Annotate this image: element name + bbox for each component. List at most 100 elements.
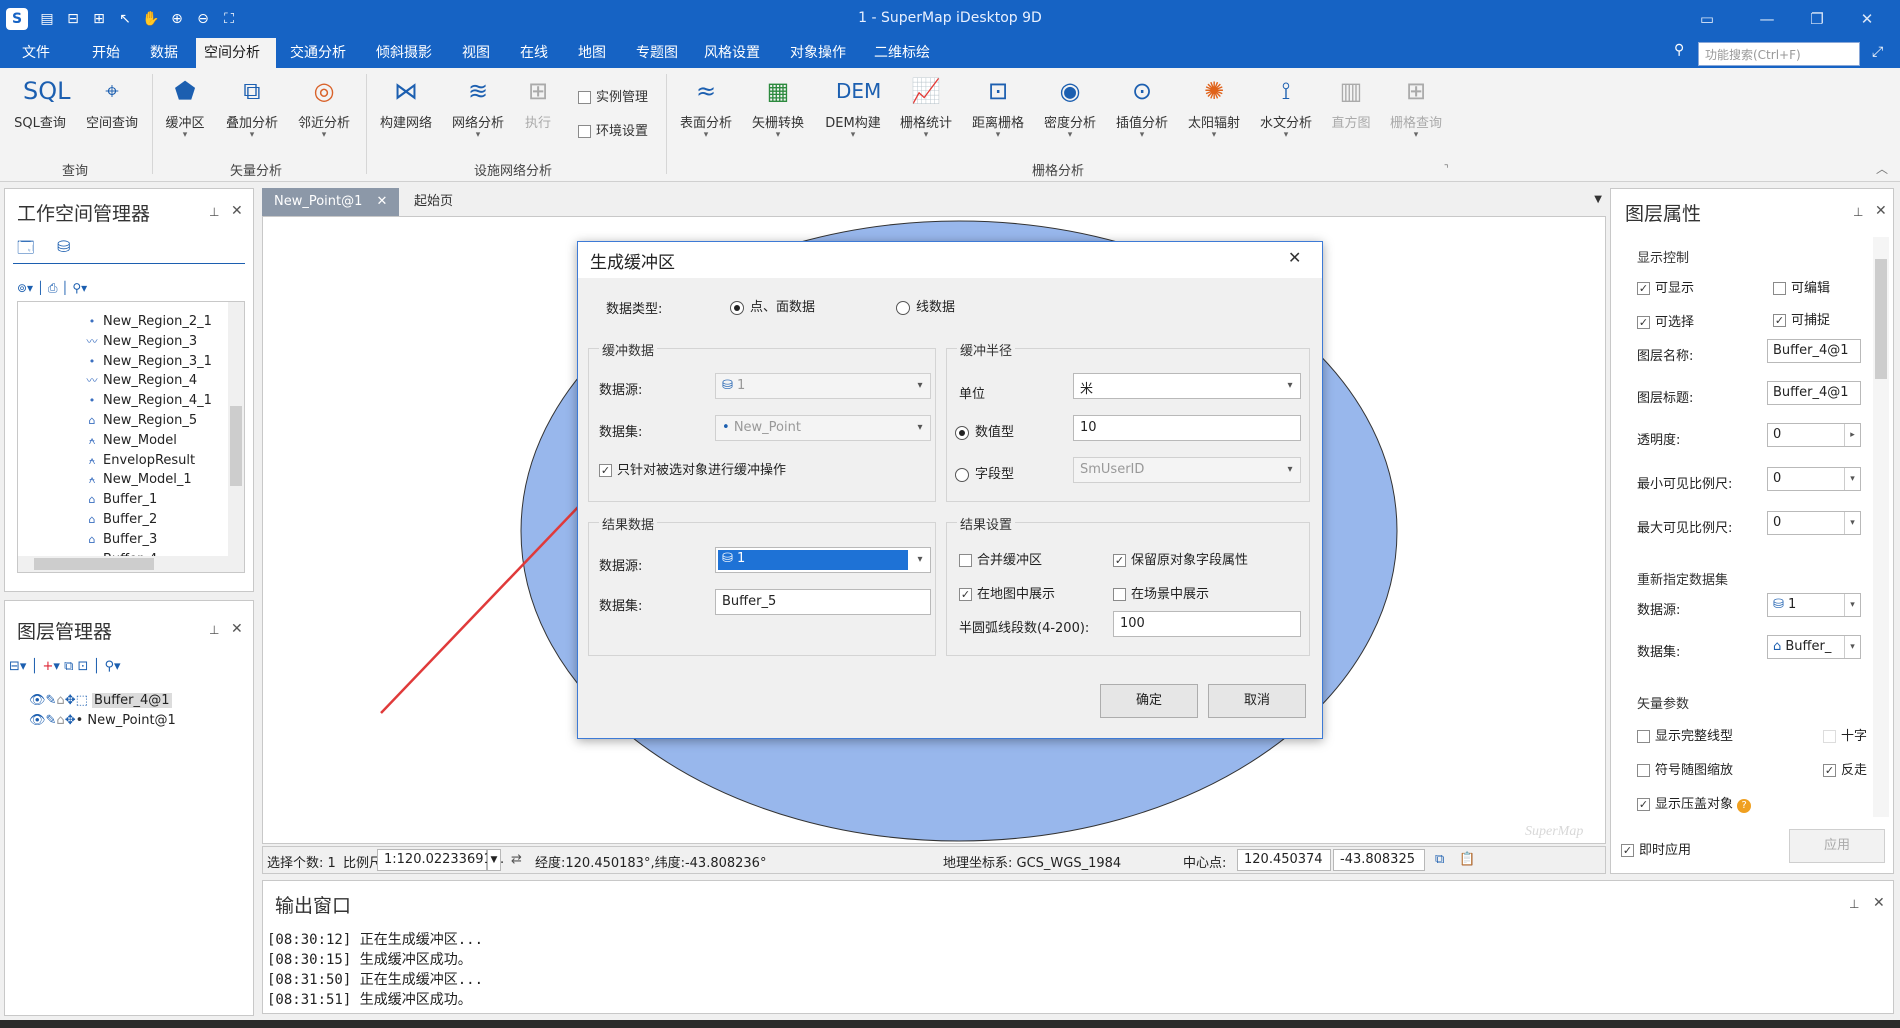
radius-value-field[interactable]: 10 — [1073, 415, 1301, 441]
checkbox[interactable]: ✓ — [1637, 798, 1650, 811]
transparency-field[interactable]: 0 ▸ — [1767, 423, 1861, 447]
field-radio[interactable]: 字段型 — [955, 463, 1014, 482]
env-settings-check[interactable]: 环境设置 — [578, 120, 648, 139]
radio-line[interactable]: 线数据 — [896, 296, 955, 315]
close-panel-icon[interactable]: ✕ — [231, 203, 243, 219]
tree-item[interactable]: ⌂ Buffer_1 — [84, 490, 158, 510]
editable-icon[interactable]: ⌂ — [56, 713, 64, 728]
buffer-button[interactable]: ⬟ 缓冲区 ▾ — [160, 74, 210, 154]
overlay-analysis-button[interactable]: ⧉ 叠加分析 ▾ — [220, 74, 284, 154]
layer-caption-field[interactable]: Buffer_4@1 — [1767, 381, 1861, 405]
hydrology-button[interactable]: ⟟ 水文分析 ▾ — [1254, 74, 1318, 154]
checkbox[interactable]: ✓ — [1637, 316, 1650, 329]
radio-point-region[interactable]: 点、面数据 — [730, 296, 815, 315]
tab-list-chevron-icon[interactable]: ▼ — [1594, 194, 1602, 205]
scale-dropdown-icon[interactable]: ▼ — [487, 849, 501, 871]
show-overlap-check[interactable]: ✓ 显示压盖对象 ? — [1637, 793, 1752, 813]
build-network-button[interactable]: ⋈ 构建网络 — [374, 74, 438, 154]
selected-only-check[interactable]: ✓ 只针对被选对象进行缓冲操作 — [599, 459, 786, 478]
tree-item[interactable]: ⍲ EnvelopResult — [84, 451, 195, 471]
arc-segments-field[interactable]: 100 — [1113, 611, 1301, 637]
scrollbar-thumb[interactable] — [230, 406, 242, 486]
menu-start[interactable]: 开始 — [84, 38, 128, 68]
histogram-button[interactable]: ▥ 直方图 — [1326, 74, 1376, 154]
tree-item[interactable]: ⌂ Buffer_2 — [84, 510, 158, 530]
fullscreen-icon[interactable]: ⤢ — [1872, 44, 1883, 60]
collapse-ribbon-icon[interactable]: ︿ — [1876, 160, 1888, 177]
reverse-check[interactable]: ✓ 反走 — [1823, 759, 1867, 778]
solar-radiation-button[interactable]: ✺ 太阳辐射 ▾ — [1182, 74, 1246, 154]
editable-check[interactable]: 可编辑 — [1773, 277, 1830, 296]
tree-item[interactable]: ⍲ New_Model_1 — [84, 470, 192, 490]
raster-query-button[interactable]: ⊞ 栅格查询 ▾ — [1384, 74, 1448, 154]
menu-style[interactable]: 风格设置 — [696, 38, 768, 68]
buffer-dataset-combo[interactable]: • New_Point ▾ — [715, 415, 931, 441]
visible-check[interactable]: ✓ 可显示 — [1637, 277, 1694, 296]
checkbox[interactable]: ✓ — [1621, 844, 1634, 857]
checkbox[interactable]: ✓ — [599, 464, 612, 477]
menu-spatial-analysis[interactable]: 空间分析 — [196, 38, 276, 68]
distance-raster-button[interactable]: ⊡ 距离栅格 ▾ — [966, 74, 1030, 154]
sql-query-button[interactable]: SQL SQL查询 — [10, 74, 70, 154]
menu-oblique-photo[interactable]: 倾斜摄影 — [368, 38, 440, 68]
cross-check[interactable]: 十字 — [1823, 725, 1867, 744]
checkbox[interactable]: ✓ — [959, 588, 972, 601]
selectable-check[interactable]: ✓ 可选择 — [1637, 311, 1694, 330]
checkbox[interactable]: ✓ — [1773, 314, 1786, 327]
function-search-input[interactable]: 功能搜索(Ctrl+F) — [1698, 42, 1860, 66]
result-datasource-combo[interactable]: ⛁ 1 ▾ — [715, 547, 931, 573]
dropdown-icon[interactable]: ▾ — [1844, 636, 1860, 658]
workspace-tab-icon[interactable]: 🗔 — [17, 237, 34, 264]
surface-analysis-button[interactable]: ≈ 表面分析 ▾ — [674, 74, 738, 154]
paste-coords-icon[interactable]: 📋 — [1459, 852, 1475, 867]
pin-icon[interactable]: ⊥ — [209, 623, 219, 637]
checkbox[interactable] — [1113, 588, 1126, 601]
menu-object-ops[interactable]: 对象操作 — [782, 38, 854, 68]
menu-data[interactable]: 数据 — [142, 38, 186, 68]
menu-view[interactable]: 视图 — [454, 38, 498, 68]
selectable-icon[interactable]: ✎ — [46, 713, 57, 728]
close-panel-icon[interactable]: ✕ — [1875, 203, 1887, 219]
merge-check[interactable]: 合并缓冲区 — [959, 549, 1042, 568]
proximity-analysis-button[interactable]: ◎ 邻近分析 ▾ — [292, 74, 356, 154]
dropdown-icon[interactable]: ▾ — [1844, 512, 1860, 534]
radius-field-combo[interactable]: SmUserID ▾ — [1073, 457, 1301, 483]
tree-item[interactable]: 〰 New_Region_4 — [84, 371, 198, 391]
tree-item[interactable]: • New_Region_2_1 — [84, 312, 212, 332]
menu-2d-plot[interactable]: 二维标绘 — [866, 38, 938, 68]
apply-now-check[interactable]: ✓ 即时应用 — [1621, 839, 1691, 858]
checkbox[interactable] — [1823, 730, 1836, 743]
tree-item[interactable]: ⌂ Buffer_3 — [84, 530, 158, 550]
raster-stats-button[interactable]: 📈 栅格统计 ▾ — [894, 74, 958, 154]
dropdown-icon[interactable]: ▾ — [1280, 374, 1300, 398]
show-in-map-check[interactable]: ✓ 在地图中展示 — [959, 583, 1055, 602]
symbol-scale-check[interactable]: 符号随图缩放 — [1637, 759, 1733, 778]
tree-item[interactable]: • New_Region_3_1 — [84, 352, 212, 372]
checkbox[interactable]: ✓ — [1113, 554, 1126, 567]
dropdown-icon[interactable]: ▾ — [1844, 594, 1860, 616]
ribbon-toggle-icon[interactable]: ▭ — [1692, 6, 1722, 32]
close-panel-icon[interactable]: ✕ — [231, 621, 243, 637]
ok-button[interactable]: 确定 — [1100, 684, 1198, 718]
menu-traffic-analysis[interactable]: 交通分析 — [282, 38, 354, 68]
tree-vscrollbar[interactable] — [228, 302, 244, 558]
layer-row[interactable]: 👁✎⌂✥• New_Point@1 — [29, 713, 176, 728]
swap-icon[interactable]: ⇄ — [511, 852, 522, 867]
unit-combo[interactable]: 米 ▾ — [1073, 373, 1301, 399]
checkbox[interactable]: ✓ — [1823, 764, 1836, 777]
menu-online[interactable]: 在线 — [512, 38, 556, 68]
dropdown-icon[interactable]: ▾ — [1844, 468, 1860, 490]
spatial-query-button[interactable]: ⌖ 空间查询 — [80, 74, 144, 154]
layer-name-field[interactable]: Buffer_4@1 — [1767, 339, 1861, 363]
layer-toolbar[interactable]: ⊟▾ │ +▾ ⧉ ⊡ │ ⚲▾ — [9, 659, 121, 674]
minimize-button[interactable]: — — [1752, 6, 1782, 32]
scrollbar-thumb[interactable] — [34, 558, 154, 570]
radio-button[interactable] — [955, 425, 969, 440]
tree-item[interactable]: ⌂ New_Region_5 — [84, 411, 198, 431]
snappable-check[interactable]: ✓ 可捕捉 — [1773, 309, 1830, 328]
tree-toolbar-icons[interactable]: ⊚▾ │ ⎙ │ ⚲▾ — [17, 281, 87, 296]
close-window-button[interactable]: ✕ — [1852, 6, 1882, 32]
dropdown-icon[interactable]: ▾ — [910, 416, 930, 440]
density-analysis-button[interactable]: ◉ 密度分析 ▾ — [1038, 74, 1102, 154]
layer-row[interactable]: 👁✎⌂✥⬚ Buffer_4@1 — [29, 693, 172, 708]
